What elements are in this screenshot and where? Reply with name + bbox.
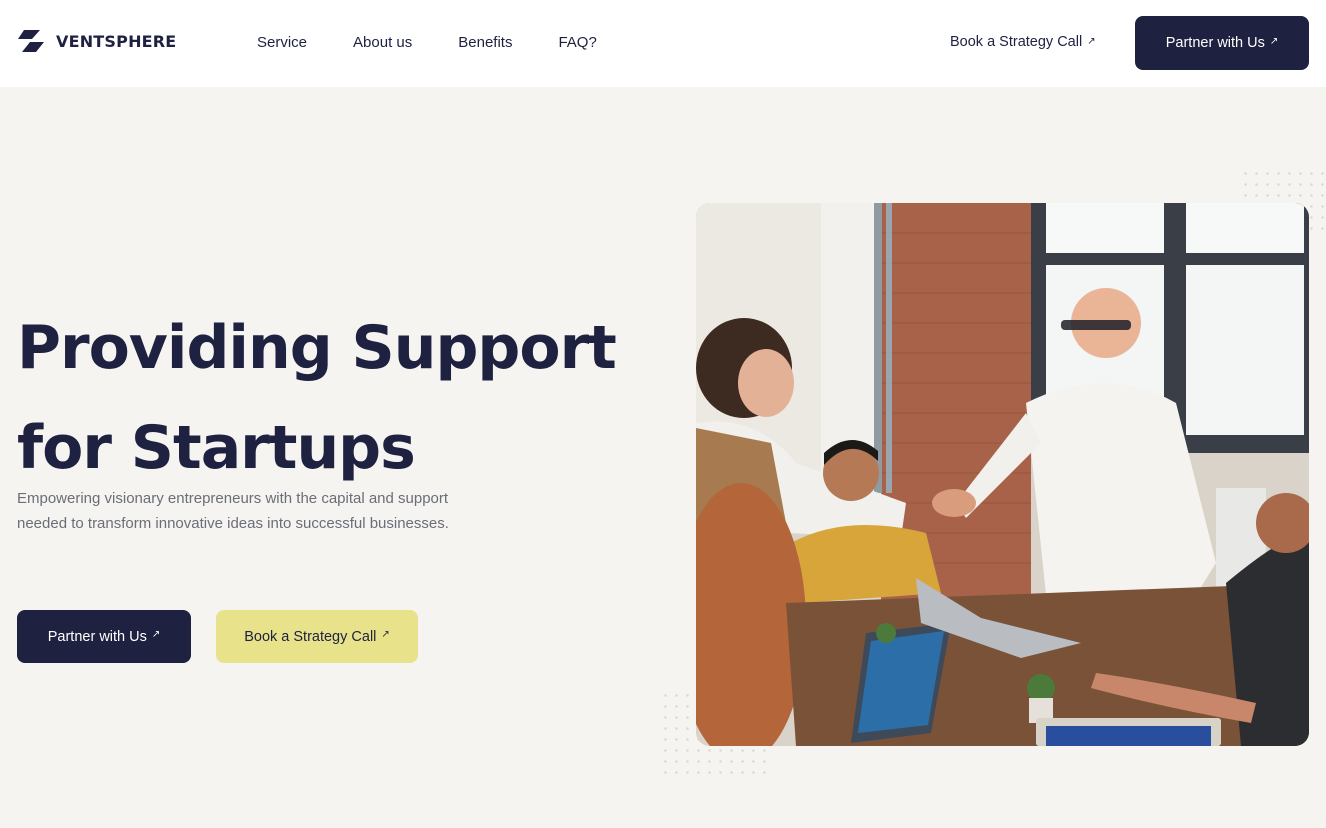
top-navbar: VENTSPHERE Service About us Benefits FAQ… bbox=[0, 0, 1326, 87]
hero-description: Empowering visionary entrepreneurs with … bbox=[17, 490, 449, 532]
arrow-up-right-icon: ↗ bbox=[381, 629, 390, 640]
hero-partner-button[interactable]: Partner with Us ↗ bbox=[17, 610, 191, 663]
brand-name: VENTSPHERE bbox=[56, 31, 177, 51]
hero-title-line-1: Providing Support bbox=[17, 313, 617, 383]
nav-book-strategy-call-link[interactable]: Book a Strategy Call ↗ bbox=[950, 34, 1096, 50]
ventsphere-logo-icon bbox=[18, 30, 44, 52]
nav-book-strategy-call-label: Book a Strategy Call bbox=[950, 34, 1083, 50]
nav-link-faq[interactable]: FAQ? bbox=[558, 34, 596, 51]
nav-link-about-us[interactable]: About us bbox=[353, 34, 412, 51]
nav-link-benefits[interactable]: Benefits bbox=[458, 34, 512, 51]
hero-title: Providing Support for Startups bbox=[17, 298, 657, 498]
hero-title-line-2: for Startups bbox=[17, 413, 416, 483]
nav-link-service[interactable]: Service bbox=[257, 34, 307, 51]
arrow-up-right-icon: ↗ bbox=[1269, 35, 1279, 47]
main-nav: Service About us Benefits FAQ? bbox=[257, 34, 643, 51]
brand-logo[interactable]: VENTSPHERE bbox=[18, 30, 176, 52]
team-meeting-handshake-photo bbox=[696, 203, 1309, 746]
hero-book-call-button-label: Book a Strategy Call bbox=[244, 628, 377, 645]
hero-book-call-button[interactable]: Book a Strategy Call ↗ bbox=[216, 610, 418, 663]
nav-partner-button[interactable]: Partner with Us ↗ bbox=[1135, 16, 1309, 70]
arrow-up-right-icon: ↗ bbox=[1087, 36, 1096, 47]
nav-partner-button-label: Partner with Us bbox=[1165, 35, 1265, 51]
arrow-up-right-icon: ↗ bbox=[151, 629, 161, 640]
hero-partner-button-label: Partner with Us bbox=[47, 628, 147, 645]
